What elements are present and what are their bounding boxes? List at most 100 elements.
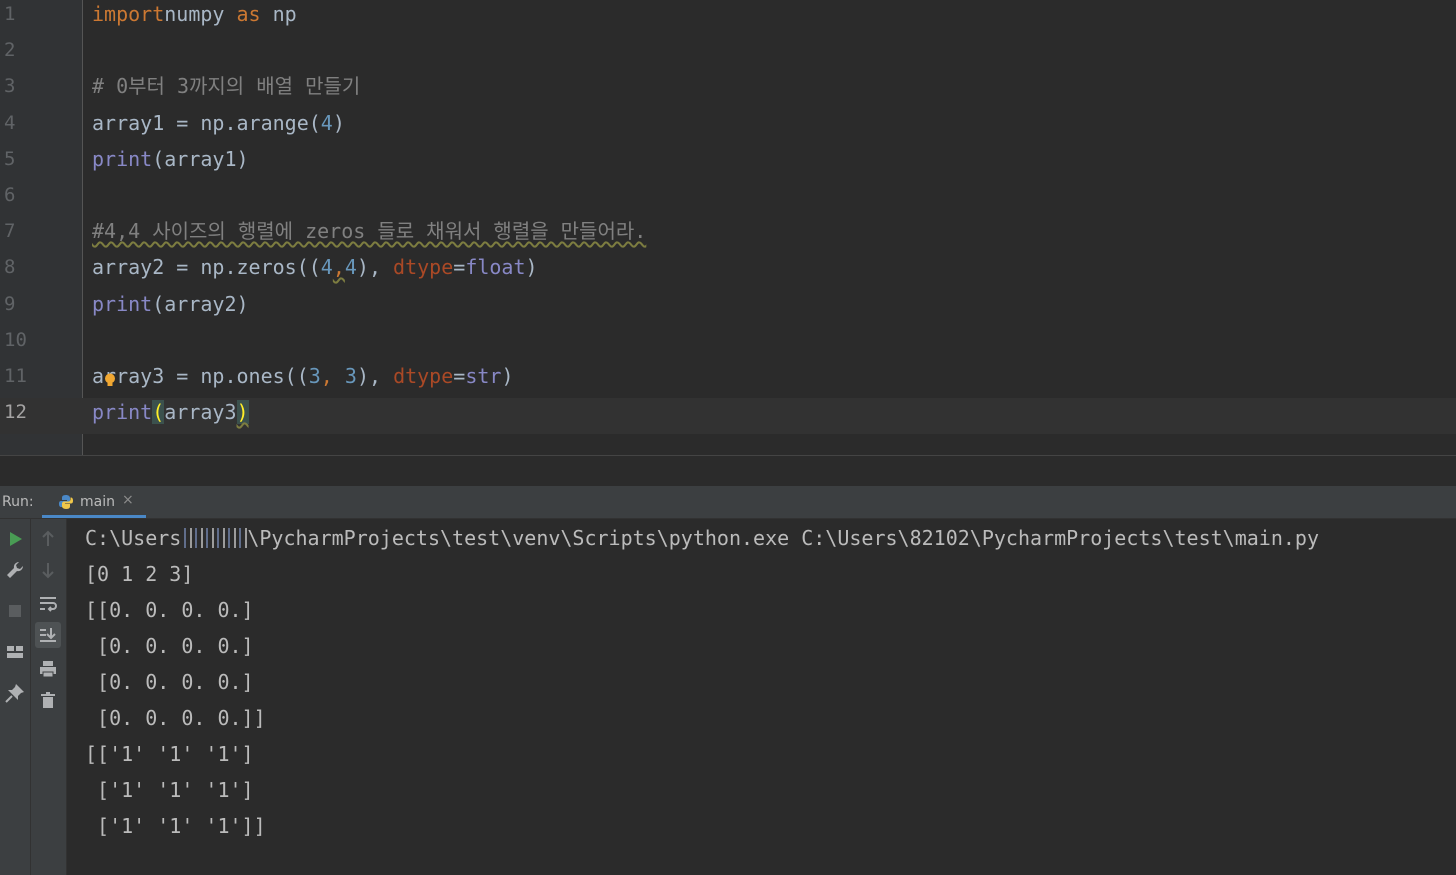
- run-label: Run:: [2, 494, 34, 510]
- code-token: dtype: [393, 364, 454, 388]
- code-token: (array2): [152, 292, 249, 316]
- code-token: ,: [332, 255, 345, 279]
- console-output-line: [['1' '1' '1']: [85, 742, 254, 766]
- code-token: ): [525, 255, 538, 279]
- pin-icon[interactable]: [2, 680, 28, 706]
- code-token: np: [260, 2, 297, 26]
- code-token: #4,4 사이즈의 행렬에 zeros 들로 채워서 행렬을 만들어라.: [92, 219, 647, 243]
- line-number[interactable]: 9: [0, 290, 44, 318]
- code-token: ,: [320, 364, 345, 388]
- console-output-line: ['1' '1' '1']: [85, 778, 254, 802]
- code-token: as: [236, 2, 261, 26]
- lightbulb-icon[interactable]: [104, 373, 116, 387]
- code-text[interactable]: # 0부터 3까지의 배열 만들기: [92, 72, 360, 100]
- console-command-suffix: \PycharmProjects\test\venv\Scripts\pytho…: [247, 526, 1319, 550]
- code-text[interactable]: print(array2): [92, 290, 249, 318]
- python-icon: [59, 495, 73, 509]
- code-token: 4: [344, 255, 357, 279]
- code-token: (array1): [152, 147, 249, 171]
- line-number[interactable]: 12: [0, 398, 44, 426]
- code-token: array3 = np.ones((: [92, 364, 309, 388]
- code-token: ): [501, 364, 514, 388]
- code-token: print: [92, 147, 153, 171]
- code-line[interactable]: 3 # 0부터 3까지의 배열 만들기: [0, 72, 1456, 108]
- code-token: =: [453, 364, 466, 388]
- code-token: =: [453, 255, 466, 279]
- code-token: numpy: [164, 2, 237, 26]
- scroll-to-end-icon[interactable]: [35, 622, 61, 648]
- layout-icon[interactable]: [2, 639, 28, 665]
- run-tab-main[interactable]: main ×: [42, 486, 146, 518]
- code-token: ),: [356, 255, 394, 279]
- code-line[interactable]: 8 array2 = np.zeros((4,4), dtype=float): [0, 253, 1456, 289]
- panel-divider[interactable]: [0, 455, 1456, 486]
- code-line[interactable]: 1 importnumpy as np: [0, 0, 1456, 36]
- code-token: 4: [320, 111, 333, 135]
- code-token: print: [92, 292, 153, 316]
- console-output-line: [[0. 0. 0. 0.]: [85, 598, 254, 622]
- code-token: dtype: [393, 255, 454, 279]
- code-text[interactable]: print(array3): [92, 398, 249, 426]
- redacted-username: [181, 528, 248, 548]
- play-icon[interactable]: [2, 526, 28, 552]
- console-output-line: [0. 0. 0. 0.]]: [85, 706, 266, 730]
- code-text[interactable]: array1 = np.arange(4): [92, 109, 345, 137]
- code-token: ),: [356, 364, 394, 388]
- console-output-line: [0. 0. 0. 0.]: [85, 634, 254, 658]
- arrow-down-icon[interactable]: [35, 557, 61, 583]
- run-tab-label: main: [80, 494, 115, 510]
- line-number[interactable]: 4: [0, 109, 44, 137]
- console-output-line: [0 1 2 3]: [85, 562, 194, 586]
- line-number[interactable]: 7: [0, 217, 44, 245]
- soft-wrap-icon[interactable]: [35, 590, 61, 616]
- trash-icon[interactable]: [35, 687, 61, 713]
- arrow-up-icon[interactable]: [35, 526, 61, 552]
- code-token: ): [332, 111, 345, 135]
- code-line[interactable]: 9 print(array2): [0, 290, 1456, 326]
- code-text[interactable]: importnumpy as np: [92, 0, 297, 28]
- code-line[interactable]: 5 print(array1): [0, 145, 1456, 181]
- console-command-line: C:\Users \PycharmProjects\test\venv\Scrip…: [85, 524, 1319, 552]
- code-token: import: [92, 2, 165, 26]
- code-token: print: [92, 400, 153, 424]
- stop-icon[interactable]: [2, 598, 28, 624]
- run-toolbar-primary: [0, 519, 31, 875]
- code-token: 3: [308, 364, 321, 388]
- code-token: ): [236, 400, 249, 424]
- code-editor[interactable]: 1 importnumpy as np 2 3 # 0부터 3까지의 배열 만들기 4 ar…: [0, 0, 1456, 455]
- code-line[interactable]: 6: [0, 181, 1456, 217]
- code-line[interactable]: 10: [0, 326, 1456, 362]
- code-text[interactable]: print(array1): [92, 145, 249, 173]
- code-text[interactable]: array2 = np.zeros((4,4), dtype=float): [92, 253, 538, 281]
- code-line[interactable]: 7 #4,4 사이즈의 행렬에 zeros 들로 채워서 행렬을 만들어라.: [0, 217, 1456, 253]
- wrench-icon[interactable]: [2, 557, 28, 583]
- line-number[interactable]: 6: [0, 181, 44, 209]
- code-token: array1 = np.arange(: [92, 111, 321, 135]
- code-token: str: [465, 364, 502, 388]
- code-token: (: [152, 400, 165, 424]
- line-number[interactable]: 1: [0, 0, 44, 28]
- run-tool-window-header: Run: main ×: [0, 486, 1456, 519]
- code-text[interactable]: array3 = np.ones((3, 3), dtype=str): [92, 362, 514, 390]
- code-line[interactable]: 2: [0, 36, 1456, 72]
- line-number[interactable]: 8: [0, 253, 44, 281]
- code-token: array3: [164, 400, 237, 424]
- code-token: 4: [320, 255, 333, 279]
- line-number[interactable]: 5: [0, 145, 44, 173]
- line-number[interactable]: 3: [0, 72, 44, 100]
- code-line[interactable]: 12 print(array3): [0, 398, 1456, 434]
- line-number[interactable]: 10: [0, 326, 44, 354]
- line-number[interactable]: 11: [0, 362, 44, 390]
- console-command-prefix: C:\Users: [85, 526, 182, 550]
- run-console[interactable]: C:\Users \PycharmProjects\test\venv\Scrip…: [67, 519, 1456, 875]
- console-output-line: ['1' '1' '1']]: [85, 814, 266, 838]
- print-icon[interactable]: [35, 656, 61, 682]
- code-line[interactable]: 11 array3 = np.ones((3, 3), dtype=str): [0, 362, 1456, 398]
- line-number[interactable]: 2: [0, 36, 44, 64]
- code-line[interactable]: 4 array1 = np.arange(4): [0, 109, 1456, 145]
- code-token: 3: [344, 364, 357, 388]
- close-icon[interactable]: ×: [122, 492, 134, 508]
- code-text[interactable]: #4,4 사이즈의 행렬에 zeros 들로 채워서 행렬을 만들어라.: [92, 217, 646, 245]
- run-toolbar-secondary: [31, 519, 67, 875]
- code-token: array2 = np.zeros((: [92, 255, 321, 279]
